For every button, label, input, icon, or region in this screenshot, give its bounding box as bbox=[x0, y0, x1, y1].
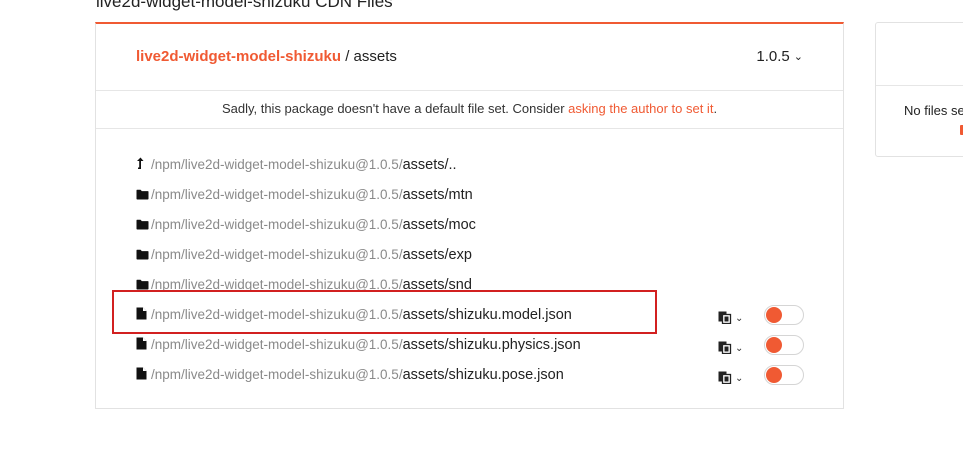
files-panel: live2d-widget-model-shizuku / assets 1.0… bbox=[95, 22, 844, 409]
copy-link-button[interactable]: ⌄ bbox=[718, 339, 748, 357]
version-label: 1.0.5 bbox=[756, 48, 790, 65]
breadcrumb-folder: assets bbox=[353, 48, 397, 65]
folder-row[interactable]: /npm/live2d-widget-model-shizuku@1.0.5/a… bbox=[136, 244, 843, 274]
breadcrumb: live2d-widget-model-shizuku / assets bbox=[136, 48, 397, 65]
folder-icon bbox=[136, 185, 149, 207]
copy-icon bbox=[718, 371, 732, 388]
path-prefix: /npm/live2d-widget-model-shizuku@1.0.5/ bbox=[151, 367, 403, 382]
file-row[interactable]: /npm/live2d-widget-model-shizuku@1.0.5/a… bbox=[136, 304, 843, 334]
side-panel: No files se bbox=[875, 22, 963, 157]
page-title: live2d-widget-model-shizuku CDN Files bbox=[96, 0, 393, 11]
path-prefix: /npm/live2d-widget-model-shizuku@1.0.5/ bbox=[151, 187, 403, 202]
path-name-link[interactable]: assets/shizuku.physics.json bbox=[403, 337, 581, 353]
folder-row[interactable]: /npm/live2d-widget-model-shizuku@1.0.5/a… bbox=[136, 184, 843, 214]
default-files-notice: Sadly, this package doesn't have a defau… bbox=[96, 90, 843, 129]
folder-icon bbox=[136, 245, 149, 267]
side-message: No files se bbox=[904, 103, 963, 118]
file-row[interactable]: /npm/live2d-widget-model-shizuku@1.0.5/a… bbox=[136, 364, 843, 394]
path-name-link[interactable]: assets/mtn bbox=[403, 187, 473, 203]
chevron-down-icon: ⌄ bbox=[735, 313, 744, 324]
parent-dir-row[interactable]: /npm/live2d-widget-model-shizuku@1.0.5/a… bbox=[136, 154, 843, 184]
level-up-icon bbox=[136, 155, 149, 177]
toggle-knob bbox=[766, 367, 782, 383]
file-row[interactable]: /npm/live2d-widget-model-shizuku@1.0.5/a… bbox=[136, 334, 843, 364]
folder-icon bbox=[136, 275, 149, 297]
copy-link-button[interactable]: ⌄ bbox=[718, 369, 748, 387]
path-name-link[interactable]: assets/moc bbox=[403, 217, 476, 233]
breadcrumb-separator: / bbox=[341, 48, 354, 65]
add-to-collection-toggle[interactable] bbox=[764, 335, 804, 355]
copy-icon bbox=[718, 311, 732, 328]
copy-icon bbox=[718, 341, 732, 358]
path-name-link[interactable]: assets/shizuku.model.json bbox=[403, 307, 572, 323]
file-list: /npm/live2d-widget-model-shizuku@1.0.5/a… bbox=[136, 154, 843, 394]
path-name-link[interactable]: assets/shizuku.pose.json bbox=[403, 367, 564, 383]
folder-row[interactable]: /npm/live2d-widget-model-shizuku@1.0.5/a… bbox=[136, 274, 843, 304]
file-icon bbox=[136, 305, 149, 327]
path-name-link[interactable]: assets/exp bbox=[403, 247, 472, 263]
notice-text: Sadly, this package doesn't have a defau… bbox=[221, 101, 569, 116]
notice-suffix: . bbox=[713, 101, 718, 116]
add-to-collection-toggle[interactable] bbox=[764, 305, 804, 325]
folder-icon bbox=[136, 215, 149, 237]
ask-author-link[interactable]: asking the author to set it bbox=[568, 101, 713, 116]
file-icon bbox=[136, 335, 149, 357]
path-prefix: /npm/live2d-widget-model-shizuku@1.0.5/ bbox=[151, 247, 403, 262]
file-icon bbox=[136, 365, 149, 387]
chevron-down-icon: ⌄ bbox=[735, 373, 744, 384]
package-link[interactable]: live2d-widget-model-shizuku bbox=[136, 48, 341, 65]
path-name-link[interactable]: assets/snd bbox=[403, 277, 472, 293]
version-select[interactable]: 1.0.5 ⌄ bbox=[756, 48, 803, 65]
chevron-down-icon: ⌄ bbox=[735, 343, 744, 354]
add-to-collection-toggle[interactable] bbox=[764, 365, 804, 385]
toggle-knob bbox=[766, 307, 782, 323]
copy-link-button[interactable]: ⌄ bbox=[718, 309, 748, 327]
panel-header: live2d-widget-model-shizuku / assets 1.0… bbox=[96, 24, 843, 91]
path-prefix: /npm/live2d-widget-model-shizuku@1.0.5/ bbox=[151, 217, 403, 232]
toggle-knob bbox=[766, 337, 782, 353]
path-name-link[interactable]: assets/.. bbox=[403, 157, 457, 173]
side-divider bbox=[876, 85, 963, 86]
folder-row[interactable]: /npm/live2d-widget-model-shizuku@1.0.5/a… bbox=[136, 214, 843, 244]
chevron-down-icon: ⌄ bbox=[793, 51, 803, 63]
path-prefix: /npm/live2d-widget-model-shizuku@1.0.5/ bbox=[151, 157, 403, 172]
path-prefix: /npm/live2d-widget-model-shizuku@1.0.5/ bbox=[151, 337, 403, 352]
path-prefix: /npm/live2d-widget-model-shizuku@1.0.5/ bbox=[151, 277, 403, 292]
path-prefix: /npm/live2d-widget-model-shizuku@1.0.5/ bbox=[151, 307, 403, 322]
